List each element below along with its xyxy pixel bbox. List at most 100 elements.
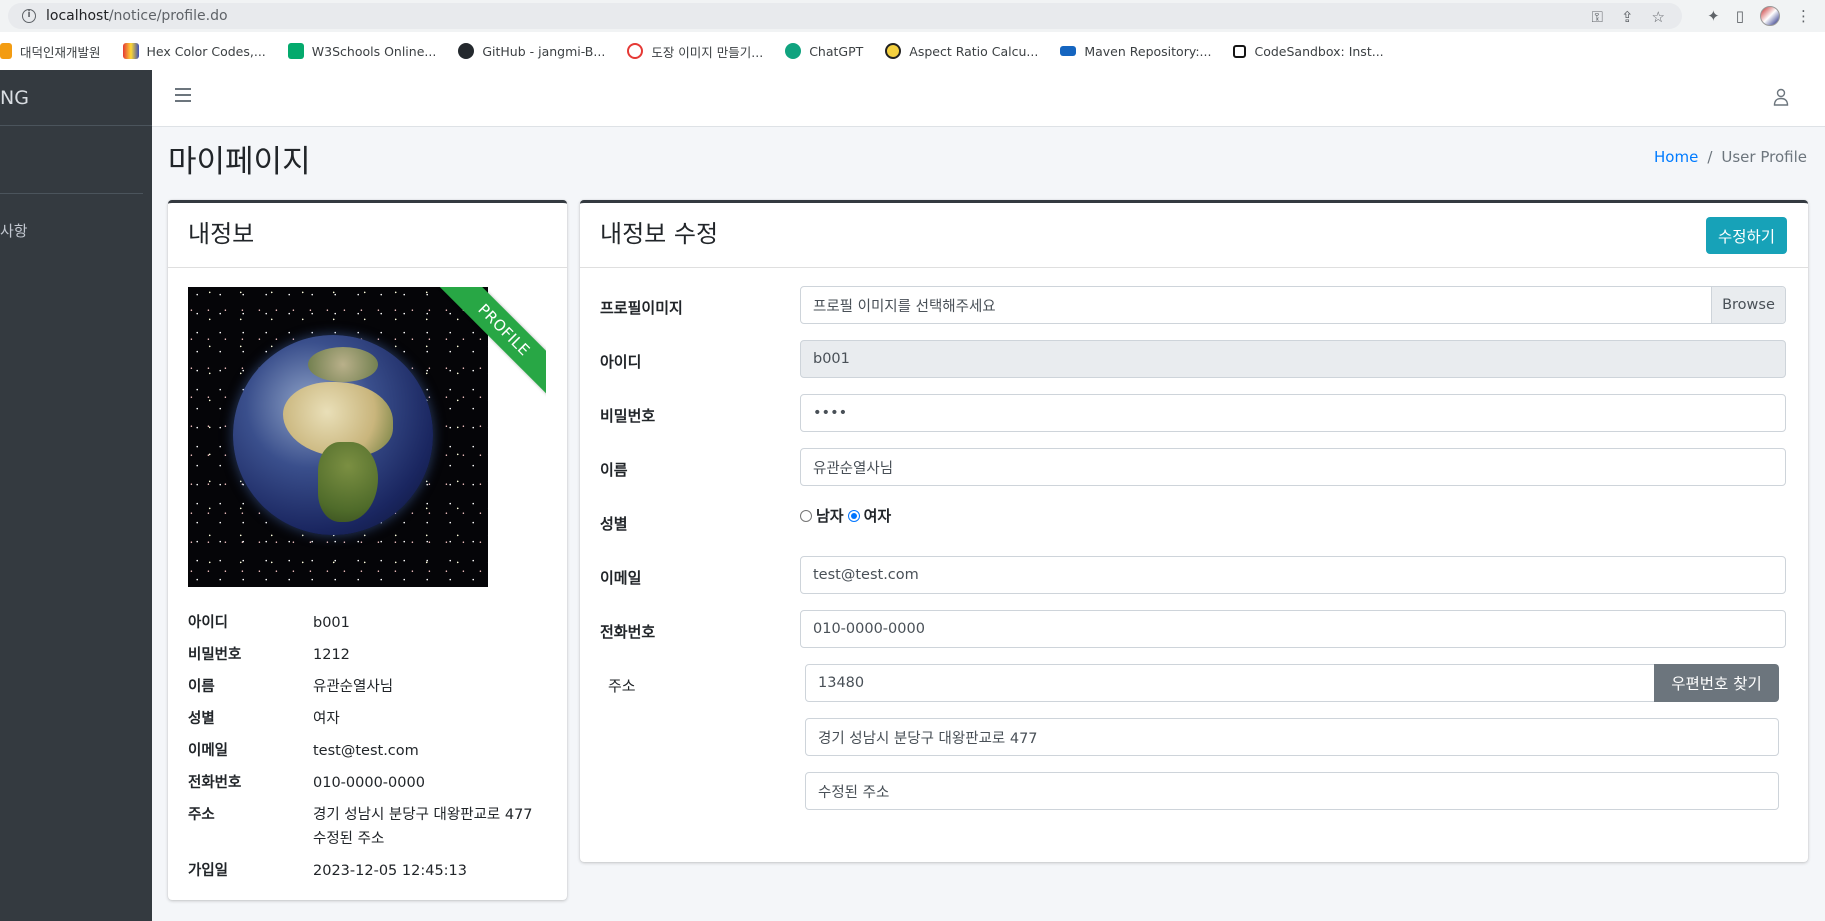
phone-input[interactable]: 010-0000-0000	[800, 610, 1786, 648]
label-password: 비밀번호	[600, 407, 656, 425]
page-title: 마이페이지	[168, 144, 311, 180]
zipcode-input[interactable]: 13480	[805, 664, 1655, 702]
bookmarks-bar: 대덕인재개발원 Hex Color Codes,... W3Schools On…	[0, 32, 1825, 70]
profile-image-file-input[interactable]: 프로필 이미지를 선택해주세요 Browse	[800, 286, 1786, 324]
address1-input[interactable]: 경기 성남시 분당구 대왕판교로 477	[805, 718, 1779, 756]
info-key: 아이디	[188, 615, 229, 631]
profile-card-title: 내정보	[188, 220, 255, 248]
star-icon[interactable]: ☆	[1652, 8, 1665, 26]
info-value: 경기 성남시 분당구 대왕판교로 477 수정된 주소	[313, 807, 533, 847]
info-key: 전화번호	[188, 775, 242, 791]
bookmark-item[interactable]: ChatGPT	[785, 43, 863, 59]
maven-icon	[1060, 46, 1077, 56]
label-user-id: 아이디	[600, 353, 642, 371]
label-gender: 성별	[600, 515, 628, 533]
bookmark-favicon-icon	[287, 43, 304, 59]
bookmark-item[interactable]: 도장 이미지 만들기...	[627, 42, 763, 61]
breadcrumb: Home / User Profile	[1654, 148, 1807, 166]
info-key: 가입일	[188, 863, 229, 879]
info-row-address: 주소 경기 성남시 분당구 대왕판교로 477 수정된 주소	[188, 803, 548, 851]
breadcrumb-separator: /	[1707, 148, 1713, 166]
gender-radio-group: 남자 여자	[800, 505, 891, 526]
info-value: b001	[313, 615, 350, 631]
info-row-name: 이름 유관순열사님	[188, 675, 548, 699]
info-value: 유관순열사님	[313, 679, 394, 695]
info-row-joined: 가입일 2023-12-05 12:45:13	[188, 859, 548, 883]
extensions-icon[interactable]: ✦	[1707, 7, 1720, 25]
bookmark-item[interactable]: W3Schools Online...	[287, 43, 436, 59]
address2-input[interactable]: 수정된 주소	[805, 772, 1779, 810]
info-row-gender: 성별 여자	[188, 707, 548, 731]
label-email: 이메일	[600, 569, 642, 587]
sidebar: NG 사항	[0, 70, 152, 921]
info-value: test@test.com	[313, 743, 419, 759]
earth-land	[308, 347, 378, 382]
sidepanel-icon[interactable]: ▯	[1736, 7, 1744, 25]
bookmark-item[interactable]: Hex Color Codes,...	[122, 43, 266, 59]
file-placeholder: 프로필 이미지를 선택해주세요	[813, 298, 996, 315]
edit-card-title: 내정보 수정	[600, 220, 719, 248]
sidebar-item-notice[interactable]: 사항	[0, 220, 28, 241]
info-value: 여자	[313, 711, 340, 727]
browser-toolbar: i localhost/notice/profile.do ⚿ ⇪ ☆ ✦ ▯ …	[0, 0, 1825, 32]
info-row-email: 이메일 test@test.com	[188, 739, 548, 763]
hamburger-menu-icon[interactable]	[175, 88, 191, 102]
user-icon[interactable]	[1773, 88, 1789, 106]
edit-submit-button[interactable]: 수정하기	[1705, 217, 1787, 254]
info-row-phone: 전화번호 010-0000-0000	[188, 771, 548, 795]
bookmark-favicon-icon	[627, 43, 644, 59]
user-id-input[interactable]: b001	[800, 340, 1786, 378]
bookmark-item[interactable]: GitHub - jangmi-B...	[458, 43, 605, 59]
bookmark-item[interactable]: Aspect Ratio Calcu...	[885, 43, 1038, 59]
edit-card-header: 내정보 수정 수정하기	[580, 203, 1808, 268]
gender-male-label[interactable]: 남자	[816, 505, 844, 526]
info-value: 1212	[313, 647, 350, 663]
profile-card: 내정보 PROFILE 아이디 b001 비밀번호 1212 이름 유관순열사님 성별…	[168, 200, 567, 900]
email-input[interactable]: test@test.com	[800, 556, 1786, 594]
profile-card-header: 내정보	[168, 203, 567, 268]
find-zipcode-button[interactable]: 우편번호 찾기	[1654, 664, 1779, 702]
codesandbox-icon	[1233, 44, 1247, 58]
share-icon[interactable]: ⇪	[1621, 8, 1634, 26]
bookmark-favicon-icon	[885, 43, 902, 59]
label-name: 이름	[600, 461, 628, 479]
url-path: /notice/profile.do	[108, 8, 228, 24]
info-row-id: 아이디 b001	[188, 611, 548, 635]
bookmark-item[interactable]: Maven Repository:...	[1060, 44, 1211, 59]
info-key: 주소	[188, 807, 215, 823]
bookmark-favicon-icon	[122, 43, 139, 59]
info-key: 이메일	[188, 743, 229, 759]
breadcrumb-current: User Profile	[1721, 148, 1807, 166]
breadcrumb-home-link[interactable]: Home	[1654, 148, 1698, 166]
info-value: 2023-12-05 12:45:13	[313, 863, 467, 879]
profile-ribbon-wrapper: PROFILE	[436, 287, 546, 397]
bookmark-item[interactable]: CodeSandbox: Inst...	[1233, 44, 1384, 59]
label-profile-image: 프로필이미지	[600, 299, 683, 317]
password-input[interactable]: ••••	[800, 394, 1786, 432]
brand-text[interactable]: NG	[0, 70, 152, 126]
key-icon[interactable]: ⚿	[1592, 8, 1603, 26]
bookmark-favicon-icon	[0, 43, 12, 59]
url-host: localhost	[46, 8, 109, 24]
label-address: 주소	[608, 677, 636, 695]
info-row-password: 비밀번호 1212	[188, 643, 548, 667]
chatgpt-icon	[785, 43, 802, 59]
info-key: 성별	[188, 711, 215, 727]
bookmark-item[interactable]: 대덕인재개발원	[0, 42, 101, 61]
gender-female-label[interactable]: 여자	[864, 505, 892, 526]
menu-kebab-icon[interactable]: ⋮	[1796, 7, 1811, 25]
browse-button[interactable]: Browse	[1711, 287, 1785, 323]
site-info-icon[interactable]: i	[22, 9, 36, 23]
info-key: 비밀번호	[188, 647, 242, 663]
sidebar-divider	[0, 193, 143, 194]
address-bar[interactable]: i localhost/notice/profile.do	[8, 3, 1682, 29]
info-key: 이름	[188, 679, 215, 695]
top-navbar	[152, 70, 1825, 127]
label-phone: 전화번호	[600, 623, 656, 641]
name-input[interactable]: 유관순열사님	[800, 448, 1786, 486]
gender-female-radio[interactable]	[847, 509, 860, 522]
edit-profile-card: 내정보 수정 수정하기 프로필이미지 프로필 이미지를 선택해주세요 Brows…	[580, 200, 1808, 862]
github-icon	[458, 43, 475, 59]
profile-avatar[interactable]	[1760, 6, 1780, 26]
gender-male-radio[interactable]	[800, 509, 812, 522]
